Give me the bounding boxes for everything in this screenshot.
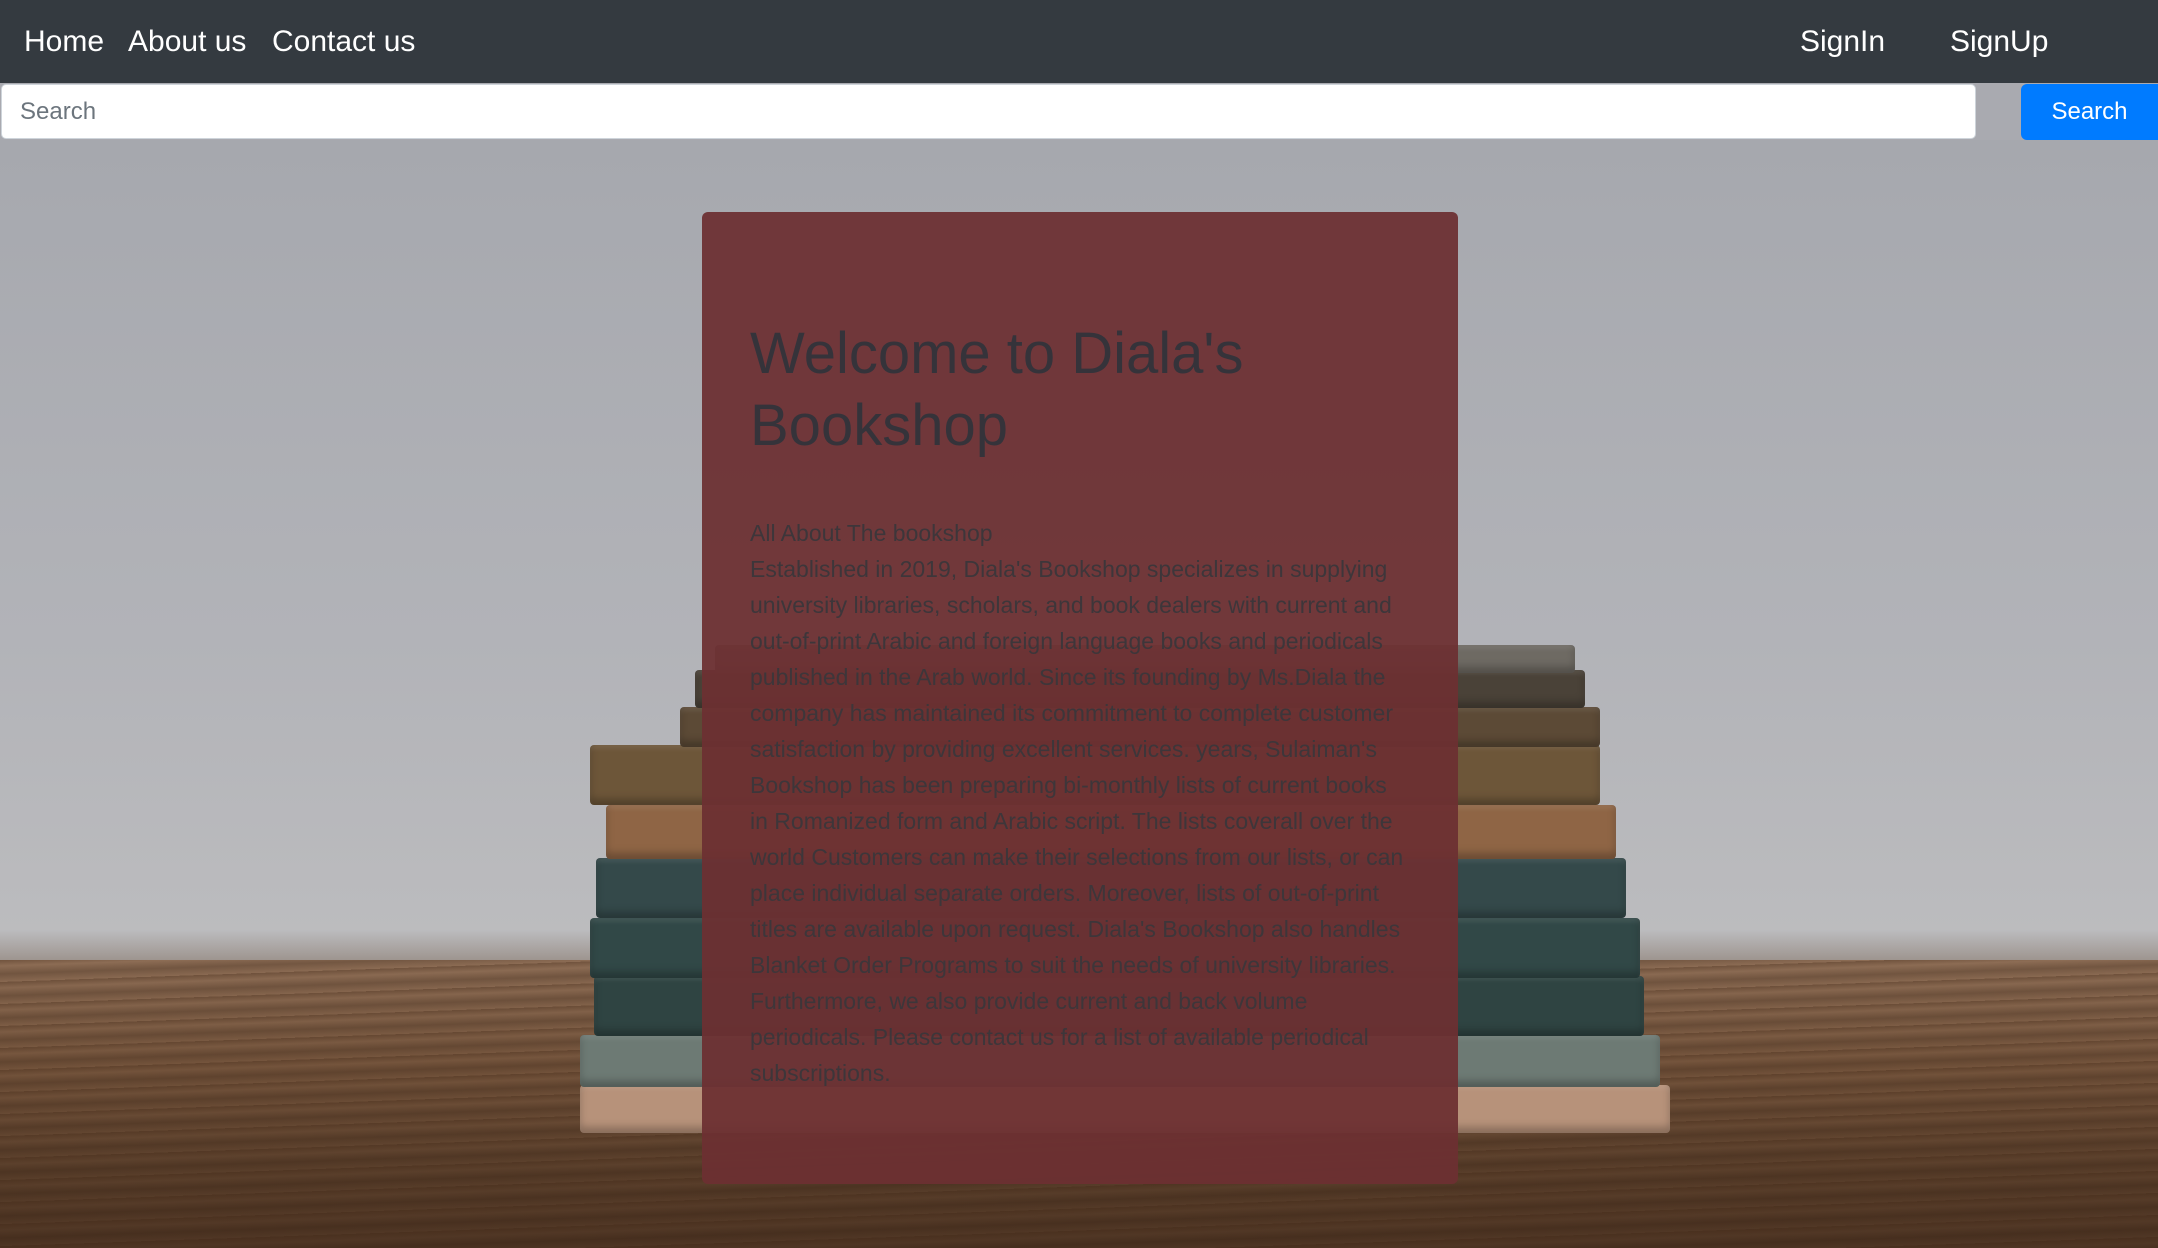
nav-link-signin[interactable]: SignIn bbox=[1800, 18, 1885, 66]
search-bar: Search bbox=[0, 83, 2158, 140]
page-title: Welcome to Diala's Bookshop bbox=[750, 321, 1244, 458]
top-navbar: Home About us Contact us SignIn SignUp bbox=[0, 0, 2158, 83]
nav-link-about-us[interactable]: About us bbox=[128, 18, 246, 66]
nav-link-home[interactable]: Home bbox=[24, 18, 104, 66]
card-description: Established in 2019, Diala's Bookshop sp… bbox=[750, 556, 1404, 1086]
card-subtitle: All About The bookshop bbox=[750, 520, 993, 546]
nav-link-contact-us[interactable]: Contact us bbox=[272, 18, 415, 66]
search-input[interactable] bbox=[1, 84, 1976, 139]
nav-link-signup[interactable]: SignUp bbox=[1950, 18, 2048, 66]
search-button[interactable]: Search bbox=[2021, 84, 2158, 140]
welcome-card: Welcome to Diala's Bookshop All About Th… bbox=[702, 212, 1458, 1184]
